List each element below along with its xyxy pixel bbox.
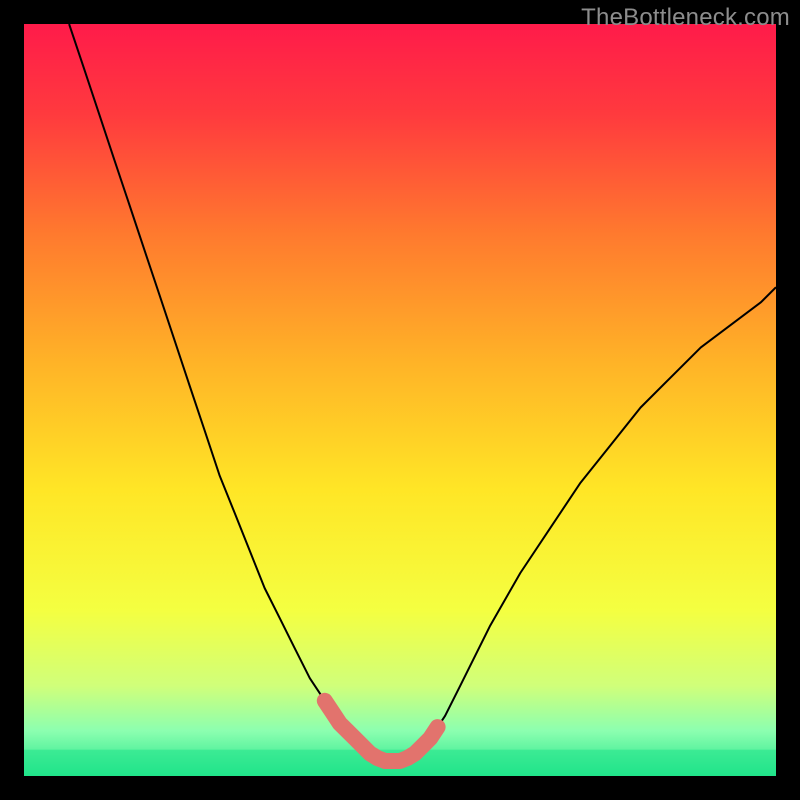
watermark-text: TheBottleneck.com xyxy=(581,4,790,32)
gradient-background xyxy=(24,24,776,776)
bottleneck-chart xyxy=(24,24,776,776)
chart-canvas xyxy=(24,24,776,776)
